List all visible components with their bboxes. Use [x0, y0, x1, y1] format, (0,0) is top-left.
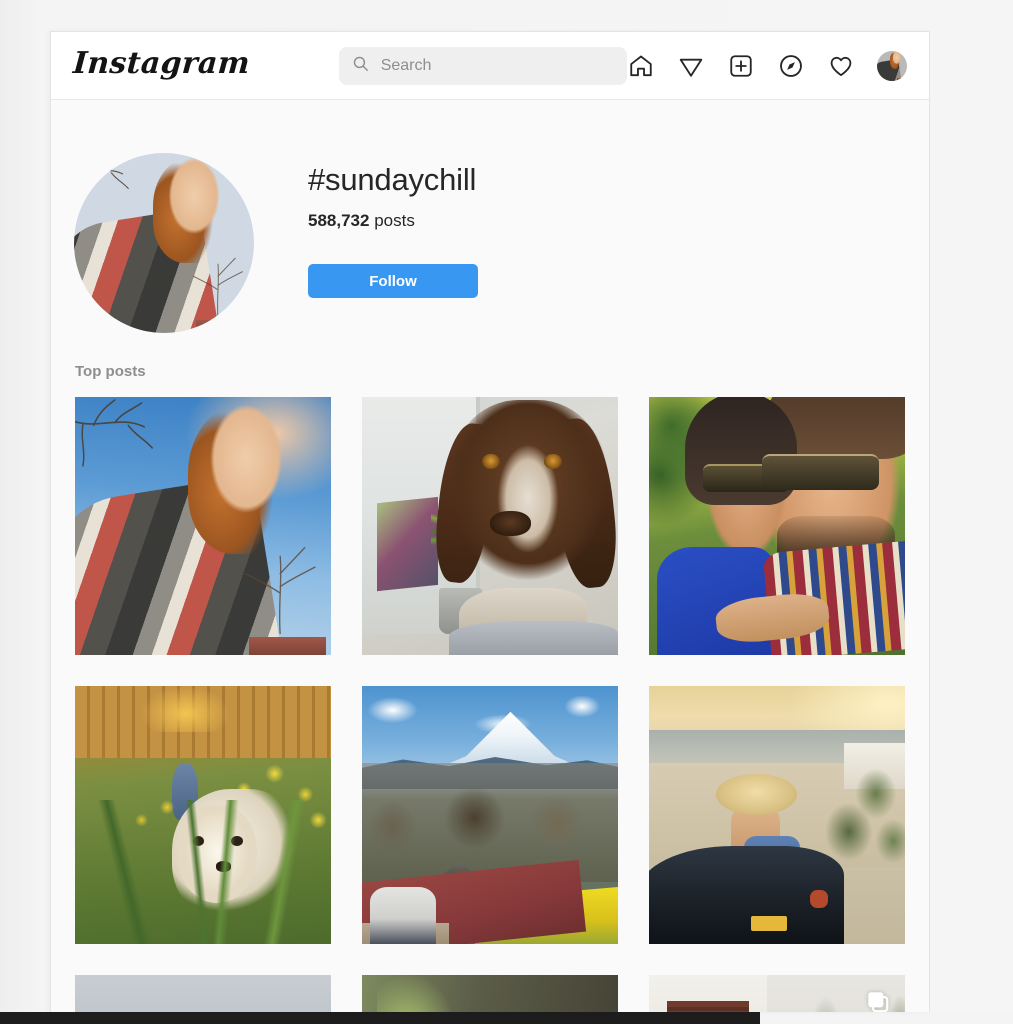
house-roof-detail: [196, 320, 251, 333]
follow-button[interactable]: Follow: [308, 264, 478, 299]
post-count-number: 588,732: [308, 210, 370, 230]
page-title: #sundaychill: [308, 162, 477, 197]
stained-glass-detail: [377, 496, 439, 592]
post-tile-1[interactable]: [75, 397, 331, 655]
post-tile-3[interactable]: [649, 397, 905, 655]
license-plate-detail: [751, 915, 788, 932]
post-tile-2[interactable]: [362, 397, 618, 655]
evergreen-trees-detail: [792, 975, 905, 1012]
post-image-5: [362, 686, 618, 944]
post-image-8: [362, 975, 618, 1012]
people-on-bench-detail: [369, 887, 437, 944]
post-count-label: posts: [374, 210, 415, 230]
plus-square-icon[interactable]: [727, 52, 755, 80]
dog-eye-right: [543, 453, 562, 470]
branch-detail: [74, 154, 129, 202]
avatar-detail: [897, 78, 907, 81]
green-glow-detail: [377, 975, 455, 1012]
post-tile-4[interactable]: [75, 686, 331, 944]
paper-plane-icon[interactable]: [677, 52, 705, 80]
post-image-7: [75, 975, 331, 1012]
hashtag-info: #sundaychill 588,732 posts Follow: [308, 153, 478, 299]
instagram-logo[interactable]: Instagram: [72, 46, 251, 82]
search-icon: [352, 55, 369, 77]
post-tile-6[interactable]: [649, 686, 905, 944]
dog-snout: [490, 510, 531, 537]
man-sunglasses: [761, 453, 880, 490]
bare-trees-detail: [362, 763, 618, 883]
post-image-1: [75, 397, 331, 655]
screen-bottom-bar: [0, 1012, 1013, 1024]
post-image-3: [649, 397, 905, 655]
post-tile-7[interactable]: [75, 975, 331, 1012]
post-grid: [73, 397, 907, 1012]
post-tile-5[interactable]: [362, 686, 618, 944]
post-tile-9[interactable]: [649, 975, 905, 1012]
post-count: 588,732 posts: [308, 211, 478, 231]
avatar[interactable]: [877, 50, 907, 81]
search-box[interactable]: [338, 46, 627, 85]
dog-head: [446, 399, 611, 591]
hashtag-header: #sundaychill 588,732 posts Follow: [73, 100, 907, 363]
screen-bottom-bar-right: [760, 1012, 1013, 1024]
instagram-window: Instagram Search #sundaychill 588,732 po…: [50, 31, 930, 1012]
compass-icon[interactable]: [777, 52, 805, 80]
navigation-icons: [627, 50, 909, 81]
straw-hat-detail: [715, 773, 798, 815]
post-image-6: [649, 686, 905, 944]
post-image-9: [649, 975, 905, 1012]
tail-light-detail: [810, 889, 829, 908]
grass-detail: [75, 799, 331, 944]
post-image-2: [362, 397, 618, 655]
garage-door-detail: [666, 1000, 749, 1012]
branch-detail: [75, 399, 153, 467]
home-icon[interactable]: [627, 52, 655, 80]
post-tile-8[interactable]: [362, 975, 618, 1012]
hashtag-avatar[interactable]: [74, 153, 254, 333]
heart-icon[interactable]: [827, 52, 855, 80]
house-roof-detail: [249, 636, 326, 655]
top-navigation-bar: Instagram: [51, 32, 929, 100]
branch-detail-2: [193, 257, 243, 319]
top-posts-heading: Top posts: [75, 363, 146, 380]
branch-detail-2: [244, 546, 316, 635]
post-image-4: [75, 686, 331, 944]
lap-detail: [449, 621, 618, 655]
main-content: #sundaychill 588,732 posts Follow Top po…: [51, 100, 929, 1012]
search-input[interactable]: [380, 56, 617, 75]
